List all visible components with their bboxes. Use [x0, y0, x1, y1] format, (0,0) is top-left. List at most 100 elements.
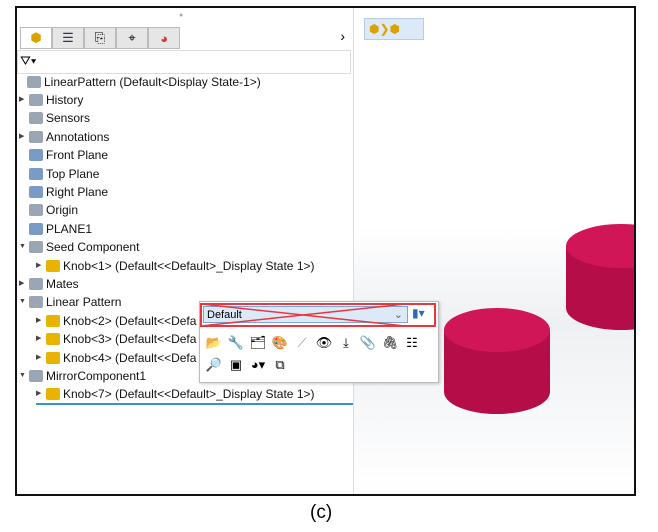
tree-item-label: Knob<3> (Default<<Defa	[63, 332, 197, 347]
tree-item-label: Linear Pattern	[46, 295, 122, 310]
tree-item[interactable]: Sensors	[19, 109, 90, 127]
tree-item[interactable]: ▶ Mates	[19, 275, 79, 293]
config-icon: ⎘	[94, 30, 106, 45]
show-with-dependents-icon[interactable]: 👁	[315, 334, 333, 352]
tree-item[interactable]: ▶ Knob<2> (Default<<Defa	[36, 312, 196, 330]
feature-icon	[29, 130, 43, 143]
cylinder-knob-front[interactable]	[444, 308, 550, 414]
tree-item-label: Origin	[46, 203, 79, 218]
panel-grip[interactable]: ●	[179, 12, 183, 19]
tab-dimxpert-manager[interactable]: ⌖	[116, 27, 148, 49]
feature-icon	[29, 94, 43, 106]
feature-manager-panel: ● ⬢ ☰ ⎘ ⌖ ◕ › ⛛▾ LinearPattern (Default<…	[17, 8, 354, 494]
tree-item[interactable]: ▶ Knob<3> (Default<<Defa	[36, 330, 196, 348]
tree-item-label: Top Plane	[46, 166, 100, 181]
tree-item[interactable]: ▼ Linear Pattern	[19, 293, 121, 311]
tree-item[interactable]: Front Plane	[19, 146, 108, 164]
tree-item[interactable]: ▶ Annotations	[19, 128, 109, 146]
tree-item-label: Knob<7> (Default<<Default>_Display State…	[63, 387, 315, 402]
tree-item[interactable]: Origin	[19, 201, 78, 219]
tree-item-label: Seed Component	[46, 240, 140, 255]
expand-arrow-icon[interactable]: ▶	[36, 312, 46, 330]
edit-component-icon[interactable]: 🔧	[227, 334, 245, 352]
tree-item-label: Annotations	[46, 129, 110, 144]
expand-arrow-icon[interactable]: ▶	[19, 91, 29, 109]
tab-feature-manager[interactable]: ⬢	[20, 27, 52, 49]
tree-item-label: Knob<4> (Default<<Defa	[63, 350, 197, 365]
feature-icon	[29, 204, 43, 217]
feature-icon	[46, 388, 60, 401]
paperclip-view-icon[interactable]: 🖇	[381, 334, 399, 352]
feature-icon	[29, 296, 43, 309]
edit-assembly-icon[interactable]: 🗂	[249, 334, 267, 352]
expand-arrow-icon[interactable]: ▶	[36, 257, 46, 275]
feature-icon	[46, 259, 60, 272]
tree-item-label: Right Plane	[46, 185, 109, 199]
feature-icon	[46, 351, 60, 364]
tree-item-label: LinearPattern (Default<Display State-1>)	[44, 75, 261, 89]
feature-icon	[29, 278, 43, 290]
feature-icon	[29, 149, 43, 162]
expand-arrow-icon[interactable]: ▶	[19, 128, 29, 146]
properties-icon[interactable]: ☷	[403, 334, 421, 352]
feature-icon	[29, 186, 43, 198]
part-icon: ⬢	[30, 30, 42, 45]
tab-display-manager[interactable]: ◕	[148, 27, 180, 49]
tree-item[interactable]: ▼ MirrorComponent1	[19, 367, 146, 385]
tree-item-label: Knob<2> (Default<<Defa	[63, 313, 197, 328]
feature-icon	[29, 370, 43, 382]
tree-root[interactable]: LinearPattern (Default<Display State-1>)	[17, 73, 261, 91]
tab-configuration-manager[interactable]: ⎘	[84, 27, 116, 49]
tree-item-label: Knob<1> (Default<<Default>_Display State…	[63, 258, 315, 273]
feature-icon	[29, 241, 43, 254]
collapse-arrow-icon[interactable]: ▼	[19, 238, 29, 256]
solidworks-window: ● ⬢ ☰ ⎘ ⌖ ◕ › ⛛▾ LinearPattern (Default<…	[15, 6, 636, 496]
expand-arrow-icon[interactable]: ▶	[36, 349, 46, 367]
tree-item[interactable]: ▶ History	[19, 91, 83, 109]
tree-item-label: Sensors	[46, 111, 91, 126]
toolbar-row-1: 📂 🔧 🗂 🎨 ⟋ 👁 ⤓ 📎 🖇 ☷	[205, 334, 421, 352]
tree-item[interactable]: Top Plane	[19, 165, 99, 183]
tree-item[interactable]: PLANE1	[19, 220, 92, 238]
figure-caption: (c)	[310, 502, 333, 523]
crosshair-icon: ⌖	[128, 30, 136, 45]
feature-icon	[29, 222, 43, 235]
feature-icon	[46, 314, 60, 327]
tab-property-manager[interactable]: ☰	[52, 27, 84, 49]
expand-arrow-icon[interactable]: ▶	[36, 385, 46, 403]
tree-item-label: Mates	[46, 277, 79, 291]
context-toolbar: Default ⌄ ▮▾ 📂 🔧 🗂 🎨 ⟋ 👁 ⤓ 📎 🖇 ☷ 🔎 ▣ ◕▾ ⧉	[199, 301, 439, 383]
display-mode-icon[interactable]: ◕▾	[249, 356, 267, 374]
tree-item-label: History	[46, 93, 84, 107]
copy-appearance-icon[interactable]: ⧉	[271, 356, 289, 374]
tree-item-label: MirrorComponent1	[46, 369, 147, 383]
collapse-arrow-icon[interactable]: ▼	[19, 367, 29, 385]
isolate-icon[interactable]: ⤓	[337, 334, 355, 352]
cross-out-annotation	[200, 303, 436, 327]
open-part-icon[interactable]: 📂	[205, 334, 223, 352]
graphics-area[interactable]: ⬢❯⬢	[354, 8, 634, 494]
feature-icon	[27, 76, 41, 88]
appearance-icon[interactable]: 🎨	[271, 334, 289, 352]
component-icon[interactable]: ▣	[227, 356, 245, 374]
expand-arrow-icon[interactable]: ▶	[36, 330, 46, 348]
chevron-right-icon[interactable]: ›	[340, 28, 345, 44]
model-view	[444, 224, 634, 414]
tree-item[interactable]: ▶ Knob<4> (Default<<Defa	[36, 349, 196, 367]
list-icon: ☰	[62, 30, 74, 45]
tree-item-label: PLANE1	[46, 221, 93, 236]
tree-item[interactable]: Right Plane	[19, 183, 108, 201]
tree-item[interactable]: ▶ Knob<1> (Default<<Default>_Display Stat…	[36, 257, 315, 275]
cylinder-knob-back[interactable]	[566, 224, 634, 330]
manager-tabs: ⬢ ☰ ⎘ ⌖ ◕	[20, 27, 180, 49]
expand-arrow-icon[interactable]: ▶	[19, 275, 29, 293]
zoom-to-selection-icon[interactable]: 🔎	[205, 356, 223, 374]
collapse-arrow-icon[interactable]: ▼	[19, 293, 29, 311]
color-wheel-icon: ◕	[160, 30, 168, 46]
paperclip-icon[interactable]: 📎	[359, 334, 377, 352]
hide-icon[interactable]: ⟋	[293, 334, 311, 352]
tree-item[interactable]: ▼ Seed Component	[19, 238, 139, 256]
feature-icon	[29, 112, 43, 125]
filter-bar[interactable]: ⛛▾	[17, 50, 351, 74]
tree-item[interactable]: ▶ Knob<7> (Default<<Default>_Display Stat…	[36, 385, 353, 406]
